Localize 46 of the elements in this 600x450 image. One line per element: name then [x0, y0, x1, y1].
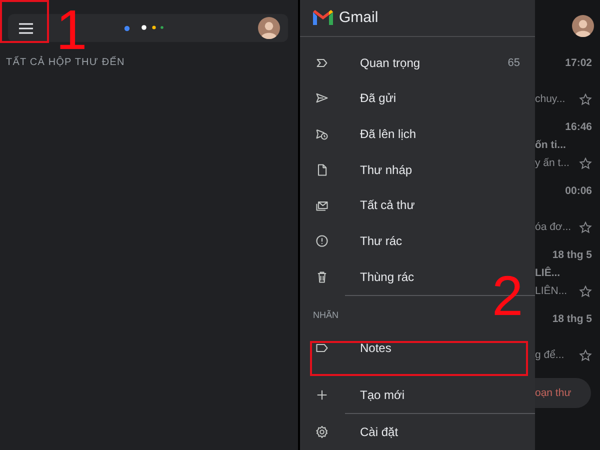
- drawer-item[interactable]: Tạo mới: [300, 377, 535, 414]
- trash-icon: [315, 270, 329, 284]
- star-icon[interactable]: [579, 92, 592, 106]
- highlight-frame: [0, 0, 49, 43]
- drawer-item[interactable]: Quan trọng 65: [300, 44, 535, 80]
- drawer-item[interactable]: Notes: [300, 330, 535, 366]
- section-title: TẤT CẢ HỘP THƯ ĐẾN: [6, 57, 126, 68]
- email-time: 17:02: [565, 57, 592, 69]
- spam-icon: [315, 234, 329, 248]
- star-icon[interactable]: [579, 220, 592, 234]
- email-subject: ốn ti...: [535, 139, 566, 151]
- email-snippet: LIÊN...: [535, 285, 568, 297]
- email-time: 18 thg 5: [552, 249, 592, 261]
- star-icon[interactable]: [579, 284, 592, 298]
- labels-heading: NHÃN: [312, 308, 340, 322]
- app-title: Gmail: [339, 9, 378, 26]
- email-snippet: chuy...: [535, 93, 566, 105]
- email-time: 16:46: [565, 121, 592, 133]
- drawer-item[interactable]: Đã lên lịch: [300, 116, 535, 152]
- draft-icon: [315, 162, 329, 177]
- star-icon[interactable]: [579, 348, 592, 362]
- email-snippet: óa đơ...: [535, 221, 572, 233]
- drawer-item[interactable]: Thư nháp: [300, 152, 535, 188]
- plus-icon: [315, 388, 329, 402]
- send-icon: [315, 91, 329, 106]
- unread-count: 65: [508, 56, 520, 69]
- email-snippet: y ấn t...: [535, 157, 570, 169]
- email-time: 00:06: [565, 185, 592, 197]
- gear-icon: [315, 425, 329, 440]
- step-number: 2: [492, 268, 524, 324]
- compose-button[interactable]: oạn thư: [535, 378, 591, 408]
- star-icon[interactable]: [579, 156, 592, 170]
- scheduled-icon: [315, 127, 329, 141]
- drawer-item[interactable]: Cài đặt: [300, 414, 535, 450]
- email-snippet: g để...: [535, 349, 564, 361]
- drawer-item[interactable]: Đã gửi: [300, 80, 535, 116]
- menu-icon: [19, 22, 33, 34]
- step-number: 1: [56, 2, 88, 58]
- drawer-item[interactable]: Thư rác: [300, 223, 535, 260]
- loading-dots-icon: [124, 24, 164, 32]
- email-time: 18 thg 5: [552, 313, 592, 325]
- avatar[interactable]: [258, 17, 280, 39]
- email-subject: LIÊ...: [535, 267, 560, 279]
- drawer-item[interactable]: Tất cả thư: [300, 188, 535, 224]
- mail-logo-icon: [313, 10, 333, 26]
- avatar[interactable]: [572, 15, 594, 37]
